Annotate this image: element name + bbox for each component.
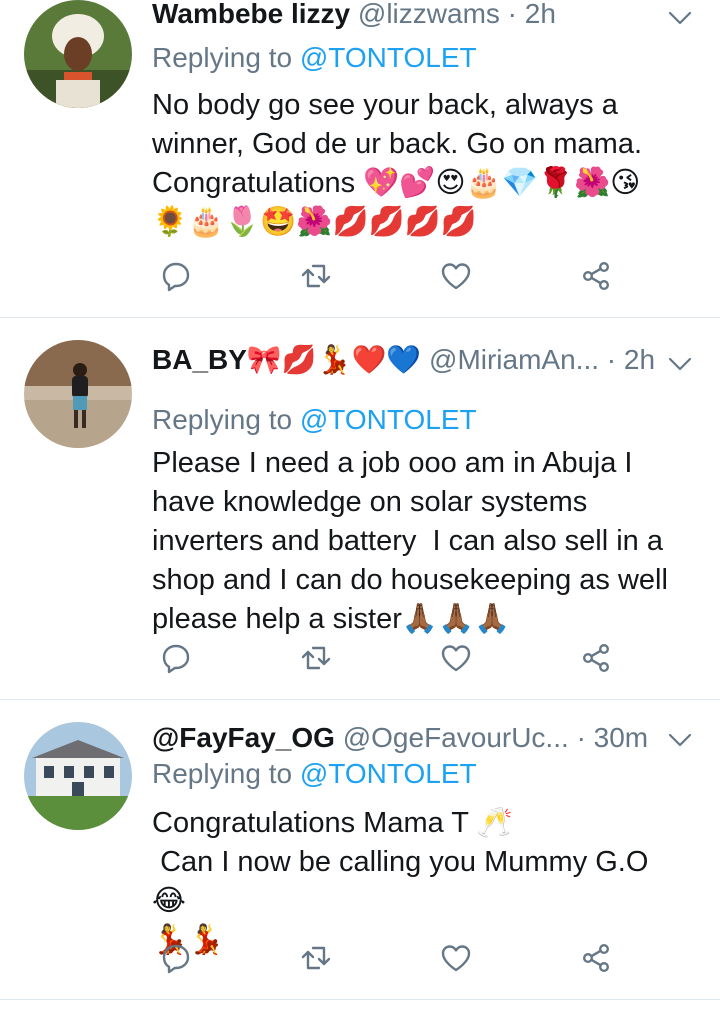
chevron-down-icon[interactable] <box>666 726 694 754</box>
avatar[interactable] <box>24 0 132 108</box>
tweet-actions <box>152 256 622 296</box>
share-button[interactable] <box>576 638 616 678</box>
replying-prefix: Replying to <box>152 42 300 73</box>
avatar-image <box>24 340 132 448</box>
display-name[interactable]: BA_BY🎀💋💃❤️💙 <box>152 344 421 375</box>
timestamp[interactable]: · 2h <box>508 0 556 29</box>
reply-icon <box>162 262 190 292</box>
retweet-icon <box>301 646 331 670</box>
like-button[interactable] <box>436 638 476 678</box>
tweet-text: Congratulations Mama T 🥂 Can I now be ca… <box>152 807 649 956</box>
retweet-icon <box>301 264 331 288</box>
replying-to: Replying to @TONTOLET <box>152 756 477 792</box>
tweet-header: @FayFay_OG @OgeFavourUc... · 30m <box>152 720 660 756</box>
display-name[interactable]: @FayFay_OG <box>152 722 335 753</box>
tweet-header: BA_BY🎀💋💃❤️💙 @MiriamAn... · 2h <box>152 342 660 378</box>
tweet-text: No body go see your back, always a winne… <box>152 89 643 238</box>
tweet-actions <box>152 938 622 978</box>
retweet-button[interactable] <box>296 638 336 678</box>
mention-link[interactable]: @TONTOLET <box>300 42 477 73</box>
timestamp[interactable]: · 2h <box>607 344 655 375</box>
retweet-button[interactable] <box>296 938 336 978</box>
display-name[interactable]: Wambebe lizzy <box>152 0 350 29</box>
replying-to: Replying to @TONTOLET <box>152 402 477 438</box>
tweet-actions <box>152 638 622 678</box>
retweet-button[interactable] <box>296 256 336 296</box>
share-icon <box>582 644 610 673</box>
retweet-icon <box>301 946 331 970</box>
reply-icon <box>162 644 190 674</box>
chevron-down-icon[interactable] <box>666 4 694 32</box>
share-icon <box>582 262 610 291</box>
chevron-down-icon[interactable] <box>666 350 694 378</box>
user-handle[interactable]: @OgeFavourUc... <box>343 722 569 753</box>
mention-link[interactable]: @TONTOLET <box>300 404 477 435</box>
timestamp[interactable]: · 30m <box>577 722 649 753</box>
tweet[interactable]: BA_BY🎀💋💃❤️💙 @MiriamAn... · 2h Replying t… <box>0 318 720 700</box>
user-handle[interactable]: @MiriamAn... <box>429 344 599 375</box>
tweet-header: Wambebe lizzy @lizzwams · 2h <box>152 0 660 32</box>
replying-to: Replying to @TONTOLET <box>152 40 477 76</box>
reply-icon <box>162 944 190 974</box>
replying-prefix: Replying to <box>152 404 300 435</box>
heart-icon <box>441 645 471 672</box>
mention-link[interactable]: @TONTOLET <box>300 758 477 789</box>
avatar-image <box>24 722 132 830</box>
reply-button[interactable] <box>156 638 196 678</box>
user-handle[interactable]: @lizzwams <box>358 0 500 29</box>
heart-icon <box>441 263 471 290</box>
avatar[interactable] <box>24 722 132 830</box>
share-button[interactable] <box>576 256 616 296</box>
tweet[interactable]: Wambebe lizzy @lizzwams · 2h Replying to… <box>0 0 720 318</box>
replying-prefix: Replying to <box>152 758 300 789</box>
reply-button[interactable] <box>156 938 196 978</box>
share-icon <box>582 944 610 973</box>
like-button[interactable] <box>436 256 476 296</box>
tweet-text: Please I need a job ooo am in Abuja I ha… <box>152 447 668 635</box>
avatar[interactable] <box>24 340 132 448</box>
heart-icon <box>441 945 471 972</box>
avatar-image <box>24 0 132 108</box>
reply-button[interactable] <box>156 256 196 296</box>
like-button[interactable] <box>436 938 476 978</box>
share-button[interactable] <box>576 938 616 978</box>
tweet[interactable]: @FayFay_OG @OgeFavourUc... · 30m Replyin… <box>0 700 720 1000</box>
